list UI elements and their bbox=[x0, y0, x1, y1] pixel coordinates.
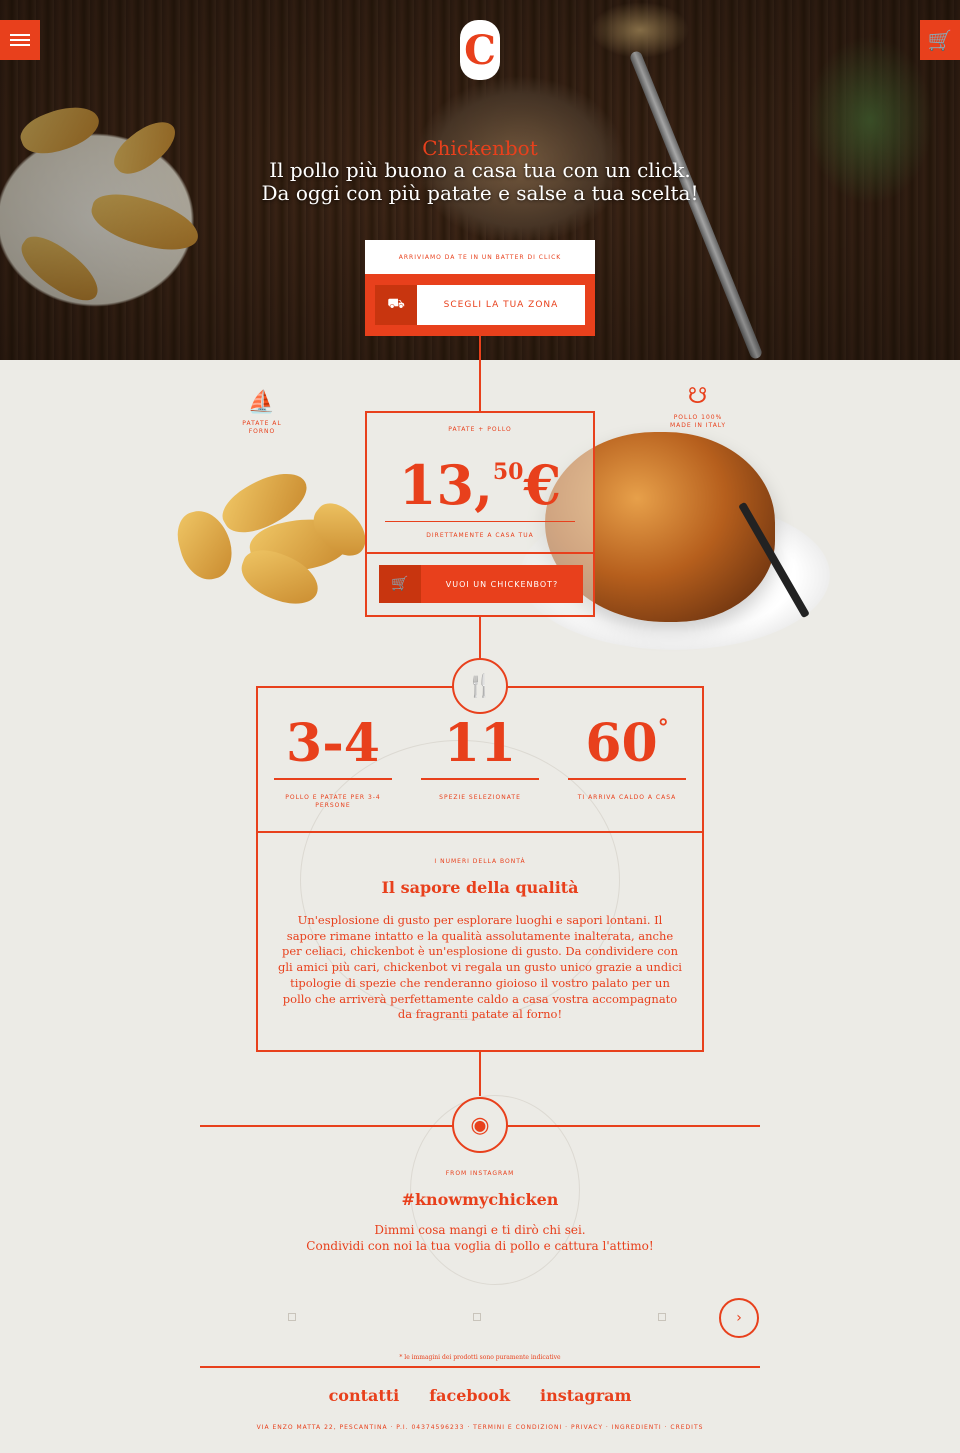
hamburger-icon bbox=[10, 34, 30, 46]
carousel-image-placeholder[interactable] bbox=[473, 1313, 481, 1321]
footer-link-facebook[interactable]: facebook bbox=[429, 1386, 510, 1405]
stats-box: 3-4 Pollo e patate per 3-4 persone 11 Sp… bbox=[256, 686, 704, 1052]
stat-portions: 3-4 Pollo e patate per 3-4 persone bbox=[274, 713, 392, 810]
carousel-image-placeholder[interactable] bbox=[288, 1313, 296, 1321]
degree-symbol: ° bbox=[657, 715, 669, 741]
menu-button[interactable] bbox=[0, 20, 40, 60]
offer-price: 13,50€ bbox=[367, 455, 593, 515]
disclaimer: * le immagini dei prodotti sono purament… bbox=[399, 1354, 561, 1361]
price-cents: 50 bbox=[492, 459, 524, 485]
stat-label: Ti arriva caldo a casa bbox=[577, 794, 677, 801]
feature-potatoes-label: Patate al forno bbox=[242, 420, 282, 435]
offer-subtitle: Direttamente a casa tua bbox=[426, 532, 534, 539]
zone-selector: Arriviamo da te in un batter di click ⛟ … bbox=[365, 240, 595, 336]
offer-label: Patate + pollo bbox=[448, 426, 512, 433]
stat-value: 3-4 bbox=[286, 713, 380, 774]
feature-chicken: ☋ Pollo 100% made in Italy bbox=[668, 384, 728, 430]
offer-box: Patate + pollo 13,50€ Direttamente a cas… bbox=[365, 411, 595, 617]
feature-potatoes: ⛵ Patate al forno bbox=[232, 390, 292, 436]
quality-kicker: I numeri della bontà bbox=[434, 858, 526, 865]
brand-name: Chickenbot bbox=[422, 136, 538, 160]
order-button-label: Vuoi un chickenbot? bbox=[421, 565, 583, 603]
logo-letter: C bbox=[464, 26, 496, 74]
stat-label: Pollo e patate per 3-4 persone bbox=[285, 794, 381, 809]
chevron-right-icon: › bbox=[736, 1310, 742, 1326]
carousel-next-button[interactable]: › bbox=[719, 1298, 759, 1338]
cart-icon: 🛒 bbox=[379, 565, 421, 603]
footer-divider bbox=[200, 1366, 760, 1368]
choose-zone-label: Scegli la tua zona bbox=[417, 285, 585, 325]
instagram-line-1: Dimmi cosa mangi e ti dirò chi sei. bbox=[374, 1223, 586, 1237]
connector-line bbox=[479, 617, 481, 659]
stat-temperature: 60° Ti arriva caldo a casa bbox=[568, 713, 686, 802]
carousel-image-placeholder[interactable] bbox=[658, 1313, 666, 1321]
chicken-head-icon: ☋ bbox=[687, 384, 709, 409]
stat-value: 11 bbox=[443, 713, 517, 774]
instagram-hashtag[interactable]: #knowmychicken bbox=[0, 1190, 960, 1209]
cutlery-icon: 🍴 bbox=[452, 658, 508, 714]
potato-sack-icon: ⛵ bbox=[247, 390, 277, 415]
cart-icon: 🛒 bbox=[927, 28, 953, 52]
price-currency: € bbox=[523, 453, 562, 517]
zone-caption: Arriviamo da te in un batter di click bbox=[365, 240, 595, 274]
tagline-line-1: Il pollo più buono a casa tua con un cli… bbox=[269, 158, 691, 182]
quality-title: Il sapore della qualità bbox=[381, 878, 579, 897]
stat-label: Spezie selezionate bbox=[439, 794, 521, 801]
delivery-icon: ⛟ bbox=[375, 285, 417, 325]
stat-value: 60° bbox=[585, 713, 669, 774]
instagram-icon[interactable]: ◉ bbox=[452, 1097, 508, 1153]
potato-wedges-image bbox=[171, 460, 376, 613]
cart-button[interactable]: 🛒 bbox=[920, 20, 960, 60]
logo[interactable]: C bbox=[460, 20, 500, 80]
feature-chicken-label: Pollo 100% made in Italy bbox=[669, 414, 727, 429]
order-chickenbot-button[interactable]: 🛒 Vuoi un chickenbot? bbox=[379, 565, 583, 603]
instagram-line-2: Condividi con noi la tua voglia di pollo… bbox=[306, 1239, 654, 1253]
tagline-line-2: Da oggi con più patate e salse a tua sce… bbox=[261, 181, 699, 205]
quality-text: Un'esplosione di gusto per esplorare luo… bbox=[278, 913, 682, 1022]
footer-link-instagram[interactable]: instagram bbox=[540, 1386, 631, 1405]
connector-line bbox=[479, 1052, 481, 1096]
price-main: 13, bbox=[398, 453, 493, 517]
choose-zone-button[interactable]: ⛟ Scegli la tua zona bbox=[375, 285, 585, 325]
footer-link-contatti[interactable]: contatti bbox=[329, 1386, 400, 1405]
instagram-kicker: From Instagram bbox=[445, 1170, 515, 1177]
stat-spices: 11 Spezie selezionate bbox=[421, 713, 539, 802]
footer-links: contatti facebook instagram bbox=[0, 1386, 960, 1405]
connector-line bbox=[479, 336, 481, 411]
footer-address: VIA ENZO MATTA 22, PESCANTINA · P.I. 043… bbox=[256, 1424, 704, 1431]
